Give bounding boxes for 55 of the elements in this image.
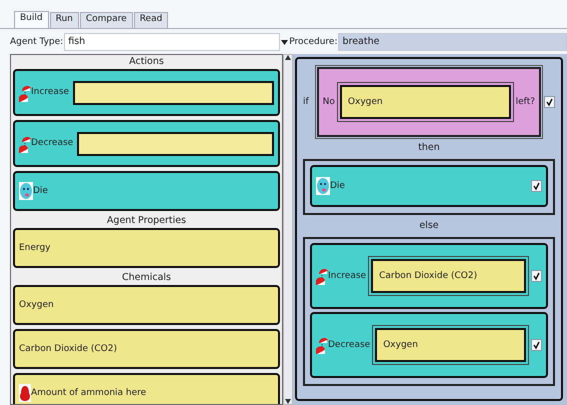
keyword-label: else xyxy=(418,219,440,233)
block-label: Energy xyxy=(19,242,51,254)
block-label: Amount of ammonia here xyxy=(31,388,146,398)
tab[interactable]: Read xyxy=(134,12,168,28)
empty-slot[interactable] xyxy=(73,80,274,104)
droplet-icon xyxy=(19,384,31,402)
block-label: Decrease xyxy=(328,340,370,350)
block-card[interactable]: Decrease xyxy=(13,120,280,167)
block-label: Decrease xyxy=(31,138,74,149)
field-label: Agent Type: xyxy=(10,36,64,48)
slot-value[interactable]: Carbon Dioxide (CO2) xyxy=(371,259,526,293)
dropdown-arrow-icon[interactable] xyxy=(281,40,288,44)
checkbox[interactable] xyxy=(544,96,555,108)
block-card[interactable]: Die xyxy=(13,171,280,211)
condition-text: left? xyxy=(516,96,535,108)
block-card[interactable]: Decrease Oxygen xyxy=(310,312,548,378)
tab[interactable]: Build xyxy=(14,11,49,28)
slot-value[interactable]: Oxygen xyxy=(375,328,526,362)
smiley-icon xyxy=(316,177,330,195)
block-card[interactable]: Energy xyxy=(13,228,280,268)
slot-value[interactable]: Oxygen xyxy=(340,85,511,119)
scrollbar[interactable] xyxy=(283,54,293,405)
block-label: Die xyxy=(33,186,48,196)
block-label: Carbon Dioxide (CO2) xyxy=(19,344,117,354)
tab[interactable]: Run xyxy=(50,12,79,28)
block-card[interactable]: Carbon Dioxide (CO2) xyxy=(13,329,280,369)
block-card[interactable]: Increase Carbon Dioxide (CO2) xyxy=(310,243,548,309)
keyword-label: then xyxy=(417,141,441,155)
keyword-label: if xyxy=(303,96,309,108)
block-card[interactable]: Amount of ammonia here xyxy=(13,373,280,404)
block-card[interactable]: Die xyxy=(310,165,548,207)
condition-block[interactable]: No Oxygen left? xyxy=(316,67,541,137)
field-label: Procedure: xyxy=(289,36,338,48)
smiley-icon xyxy=(19,182,33,200)
agent-type-dropdown[interactable]: fish xyxy=(64,33,280,51)
checkbox[interactable] xyxy=(531,339,542,351)
block-label: Die xyxy=(330,180,345,192)
half-disc-icon xyxy=(316,266,328,286)
empty-slot[interactable] xyxy=(77,132,274,156)
half-disc-icon xyxy=(316,335,328,355)
block-card[interactable]: Oxygen xyxy=(13,285,280,325)
procedure-dropdown[interactable]: breathe xyxy=(338,33,567,51)
block-label: Increase xyxy=(328,270,366,282)
tab[interactable]: Compare xyxy=(80,12,133,28)
block-label: Oxygen xyxy=(19,300,54,310)
scroll-down-icon[interactable] xyxy=(285,399,291,404)
scroll-up-icon[interactable] xyxy=(285,55,291,60)
section-heading: Chemicals xyxy=(120,271,172,284)
checkbox[interactable] xyxy=(531,270,542,282)
checkbox[interactable] xyxy=(531,180,542,192)
block-label: Increase xyxy=(31,87,70,98)
block-card[interactable]: Increase xyxy=(13,69,280,116)
condition-text: No xyxy=(322,96,335,108)
section-heading: Agent Properties xyxy=(106,214,188,227)
section-heading: Actions xyxy=(128,55,165,68)
